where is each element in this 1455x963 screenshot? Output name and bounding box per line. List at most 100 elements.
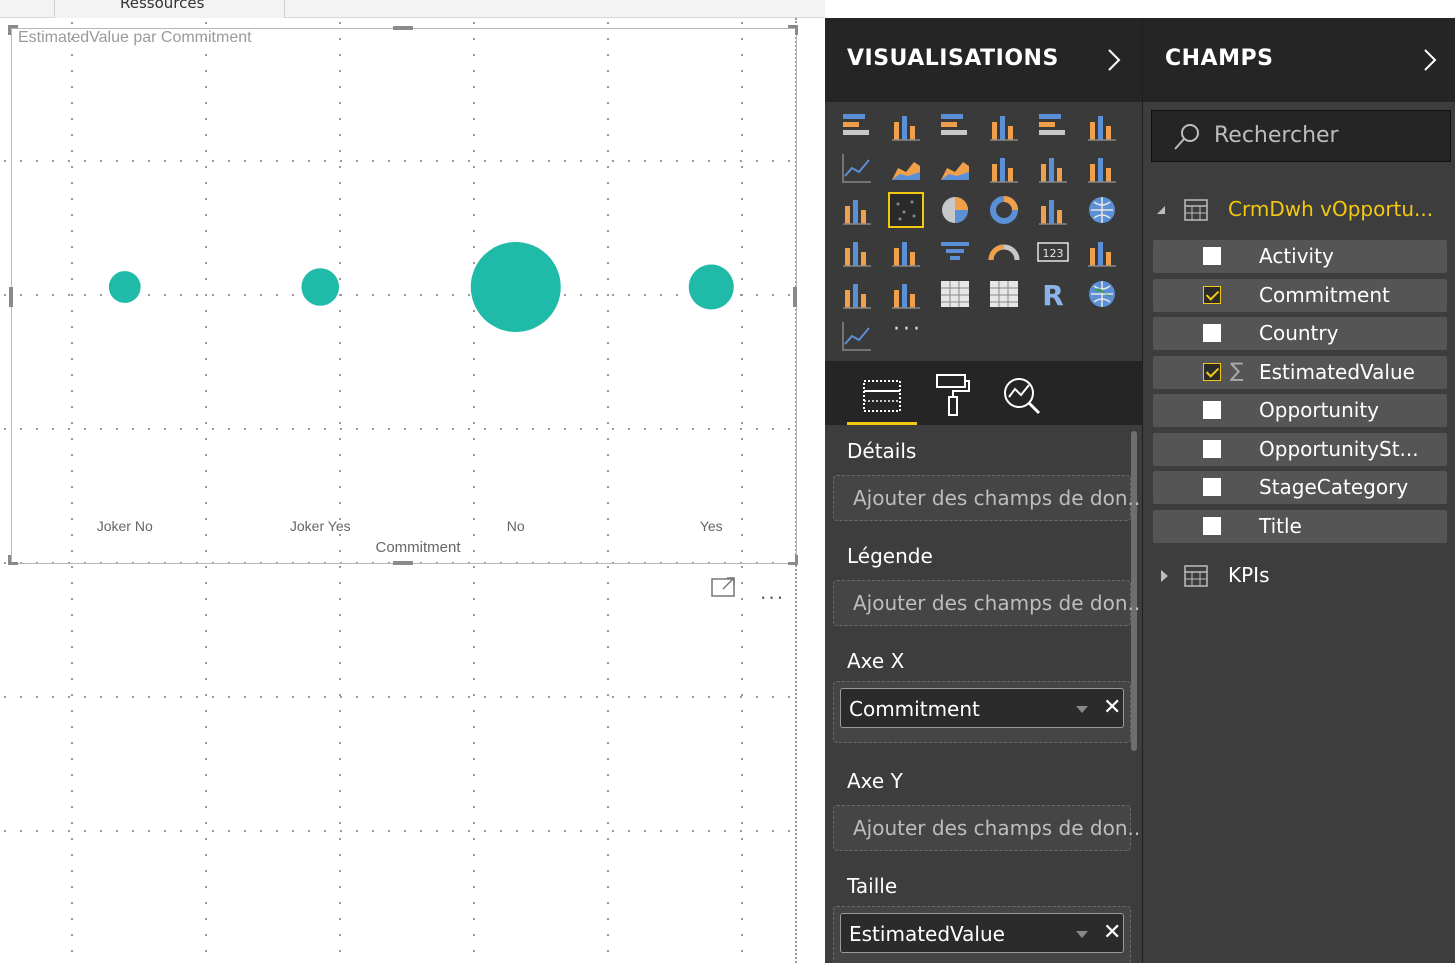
chevron-down-icon[interactable] bbox=[1076, 706, 1088, 713]
analytics-tab-icon[interactable] bbox=[987, 369, 1057, 425]
line-stacked-column-icon[interactable] bbox=[1035, 150, 1071, 186]
more-visuals-icon[interactable]: ··· bbox=[893, 317, 923, 342]
waterfall-icon[interactable] bbox=[839, 192, 875, 228]
collapse-visualizations-icon[interactable] bbox=[1105, 48, 1123, 72]
shape-map-icon[interactable] bbox=[888, 234, 924, 270]
scatter-visual[interactable]: EstimatedValue par Commitment Joker No Jo… bbox=[8, 25, 798, 565]
fields-tab-icon[interactable] bbox=[847, 369, 917, 425]
funnel-icon[interactable] bbox=[937, 234, 973, 270]
bubble-no[interactable] bbox=[470, 242, 561, 332]
field-checkbox[interactable] bbox=[1203, 516, 1221, 535]
field-item-activity[interactable]: Activity bbox=[1153, 240, 1447, 273]
x-tick-label: Yes bbox=[700, 518, 723, 534]
resize-handle-top-left[interactable] bbox=[8, 25, 18, 35]
well-axis-x[interactable]: Commitment ✕ bbox=[833, 681, 1131, 743]
treemap-icon[interactable] bbox=[1035, 192, 1071, 228]
well-drop-legend[interactable]: Ajouter des champs de don... bbox=[833, 580, 1147, 626]
field-pill-commitment[interactable]: Commitment ✕ bbox=[840, 688, 1124, 728]
field-checkbox[interactable] bbox=[1203, 285, 1221, 304]
field-item-commitment[interactable]: Commitment bbox=[1153, 278, 1447, 312]
stacked-area-icon[interactable] bbox=[937, 150, 973, 186]
sigma-icon: ∑ bbox=[1230, 357, 1244, 382]
close-icon[interactable]: ✕ bbox=[1103, 920, 1121, 945]
100-stacked-bar-icon[interactable] bbox=[1035, 108, 1071, 144]
collapse-fields-icon[interactable] bbox=[1421, 48, 1439, 72]
stacked-bar-icon[interactable] bbox=[839, 108, 875, 144]
resize-handle-bottom-left[interactable] bbox=[8, 555, 18, 565]
filled-map-icon[interactable] bbox=[839, 234, 875, 270]
arcgis-map-icon[interactable] bbox=[1084, 276, 1120, 312]
resize-handle-top[interactable] bbox=[393, 26, 413, 30]
fields-search[interactable]: Rechercher bbox=[1151, 110, 1451, 162]
tree-table-crmdwh[interactable]: CrmDwh vOpportu... bbox=[1143, 194, 1455, 226]
close-icon[interactable]: ✕ bbox=[1103, 695, 1121, 720]
well-label-legend: Légende bbox=[847, 544, 933, 568]
format-tab-icon[interactable] bbox=[917, 369, 987, 425]
well-placeholder: Ajouter des champs de don... bbox=[853, 591, 1147, 615]
kpi-icon[interactable] bbox=[839, 276, 875, 312]
field-item-stagecategory[interactable]: StageCategory bbox=[1153, 471, 1447, 504]
resize-handle-top-right[interactable] bbox=[788, 25, 798, 35]
gauge-icon[interactable] bbox=[986, 234, 1022, 270]
x-axis-title: Commitment bbox=[375, 539, 461, 556]
field-checkbox[interactable] bbox=[1203, 478, 1221, 496]
map-icon[interactable] bbox=[1084, 192, 1120, 228]
field-checkbox[interactable] bbox=[1203, 324, 1221, 342]
clustered-column-icon[interactable] bbox=[986, 108, 1022, 144]
field-checkbox[interactable] bbox=[1203, 362, 1221, 381]
field-name: Country bbox=[1259, 321, 1339, 345]
resize-handle-bottom[interactable] bbox=[393, 561, 413, 565]
multirow-card-icon[interactable] bbox=[1084, 234, 1120, 270]
field-checkbox[interactable] bbox=[1203, 247, 1221, 265]
bubble-yes[interactable] bbox=[688, 264, 734, 310]
stacked-column-icon[interactable] bbox=[888, 108, 924, 144]
ribbon-strip: Ressources bbox=[0, 0, 825, 18]
report-canvas[interactable]: EstimatedValue par Commitment Joker No Jo… bbox=[0, 18, 825, 963]
field-item-estimatedvalue[interactable]: ∑ EstimatedValue bbox=[1153, 355, 1447, 389]
pie-icon[interactable] bbox=[937, 192, 973, 228]
ribbon-icon[interactable] bbox=[1084, 150, 1120, 186]
collapse-triangle-icon[interactable] bbox=[1155, 204, 1167, 216]
field-pill-estimatedvalue[interactable]: EstimatedValue ✕ bbox=[840, 913, 1124, 953]
r-visual-icon[interactable]: R bbox=[1035, 276, 1071, 312]
chevron-down-icon[interactable] bbox=[1076, 931, 1088, 938]
well-size[interactable]: EstimatedValue ✕ bbox=[833, 906, 1131, 963]
resize-handle-bottom-right[interactable] bbox=[788, 555, 798, 565]
ribbon-group-resources[interactable]: Ressources bbox=[54, 0, 285, 18]
field-item-title[interactable]: Title bbox=[1153, 509, 1447, 543]
clustered-bar-icon[interactable] bbox=[937, 108, 973, 144]
field-name: StageCategory bbox=[1259, 475, 1409, 499]
expand-triangle-icon[interactable] bbox=[1159, 569, 1171, 583]
matrix-icon[interactable] bbox=[986, 276, 1022, 312]
well-drop-details[interactable]: Ajouter des champs de don... bbox=[833, 475, 1147, 521]
custom-visual-icon[interactable] bbox=[839, 318, 875, 354]
scatter-icon[interactable] bbox=[888, 192, 924, 228]
fields-title: CHAMPS bbox=[1165, 46, 1274, 71]
100-stacked-column-icon[interactable] bbox=[1084, 108, 1120, 144]
field-checkbox[interactable] bbox=[1203, 401, 1221, 419]
well-label-axis-y: Axe Y bbox=[847, 769, 903, 793]
tree-table-kpis[interactable]: KPIs bbox=[1143, 560, 1455, 592]
field-item-opportunityst[interactable]: OpportunitySt... bbox=[1153, 432, 1447, 466]
more-options-icon[interactable]: ··· bbox=[760, 586, 785, 610]
bubble-joker-no[interactable] bbox=[108, 271, 141, 303]
line-icon[interactable] bbox=[839, 150, 875, 186]
field-item-opportunity[interactable]: Opportunity bbox=[1153, 394, 1447, 427]
svg-text:123: 123 bbox=[1043, 247, 1064, 260]
focus-mode-icon[interactable] bbox=[711, 576, 737, 598]
table-icon[interactable] bbox=[937, 276, 973, 312]
donut-icon[interactable] bbox=[986, 192, 1022, 228]
slicer-icon[interactable] bbox=[888, 276, 924, 312]
line-clustered-column-icon[interactable] bbox=[986, 150, 1022, 186]
field-item-country[interactable]: Country bbox=[1153, 317, 1447, 350]
visualizations-header: VISUALISATIONS bbox=[825, 18, 1142, 102]
resize-handle-right[interactable] bbox=[793, 287, 797, 307]
resize-handle-left[interactable] bbox=[9, 287, 13, 307]
bubble-joker-yes[interactable] bbox=[301, 268, 340, 306]
card-icon[interactable]: 123 bbox=[1035, 234, 1071, 270]
area-icon[interactable] bbox=[888, 150, 924, 186]
well-drop-axis-y[interactable]: Ajouter des champs de don... bbox=[833, 805, 1147, 851]
field-checkbox[interactable] bbox=[1203, 439, 1221, 458]
search-input[interactable]: Rechercher bbox=[1214, 123, 1339, 148]
field-pill-label: Commitment bbox=[849, 697, 980, 721]
